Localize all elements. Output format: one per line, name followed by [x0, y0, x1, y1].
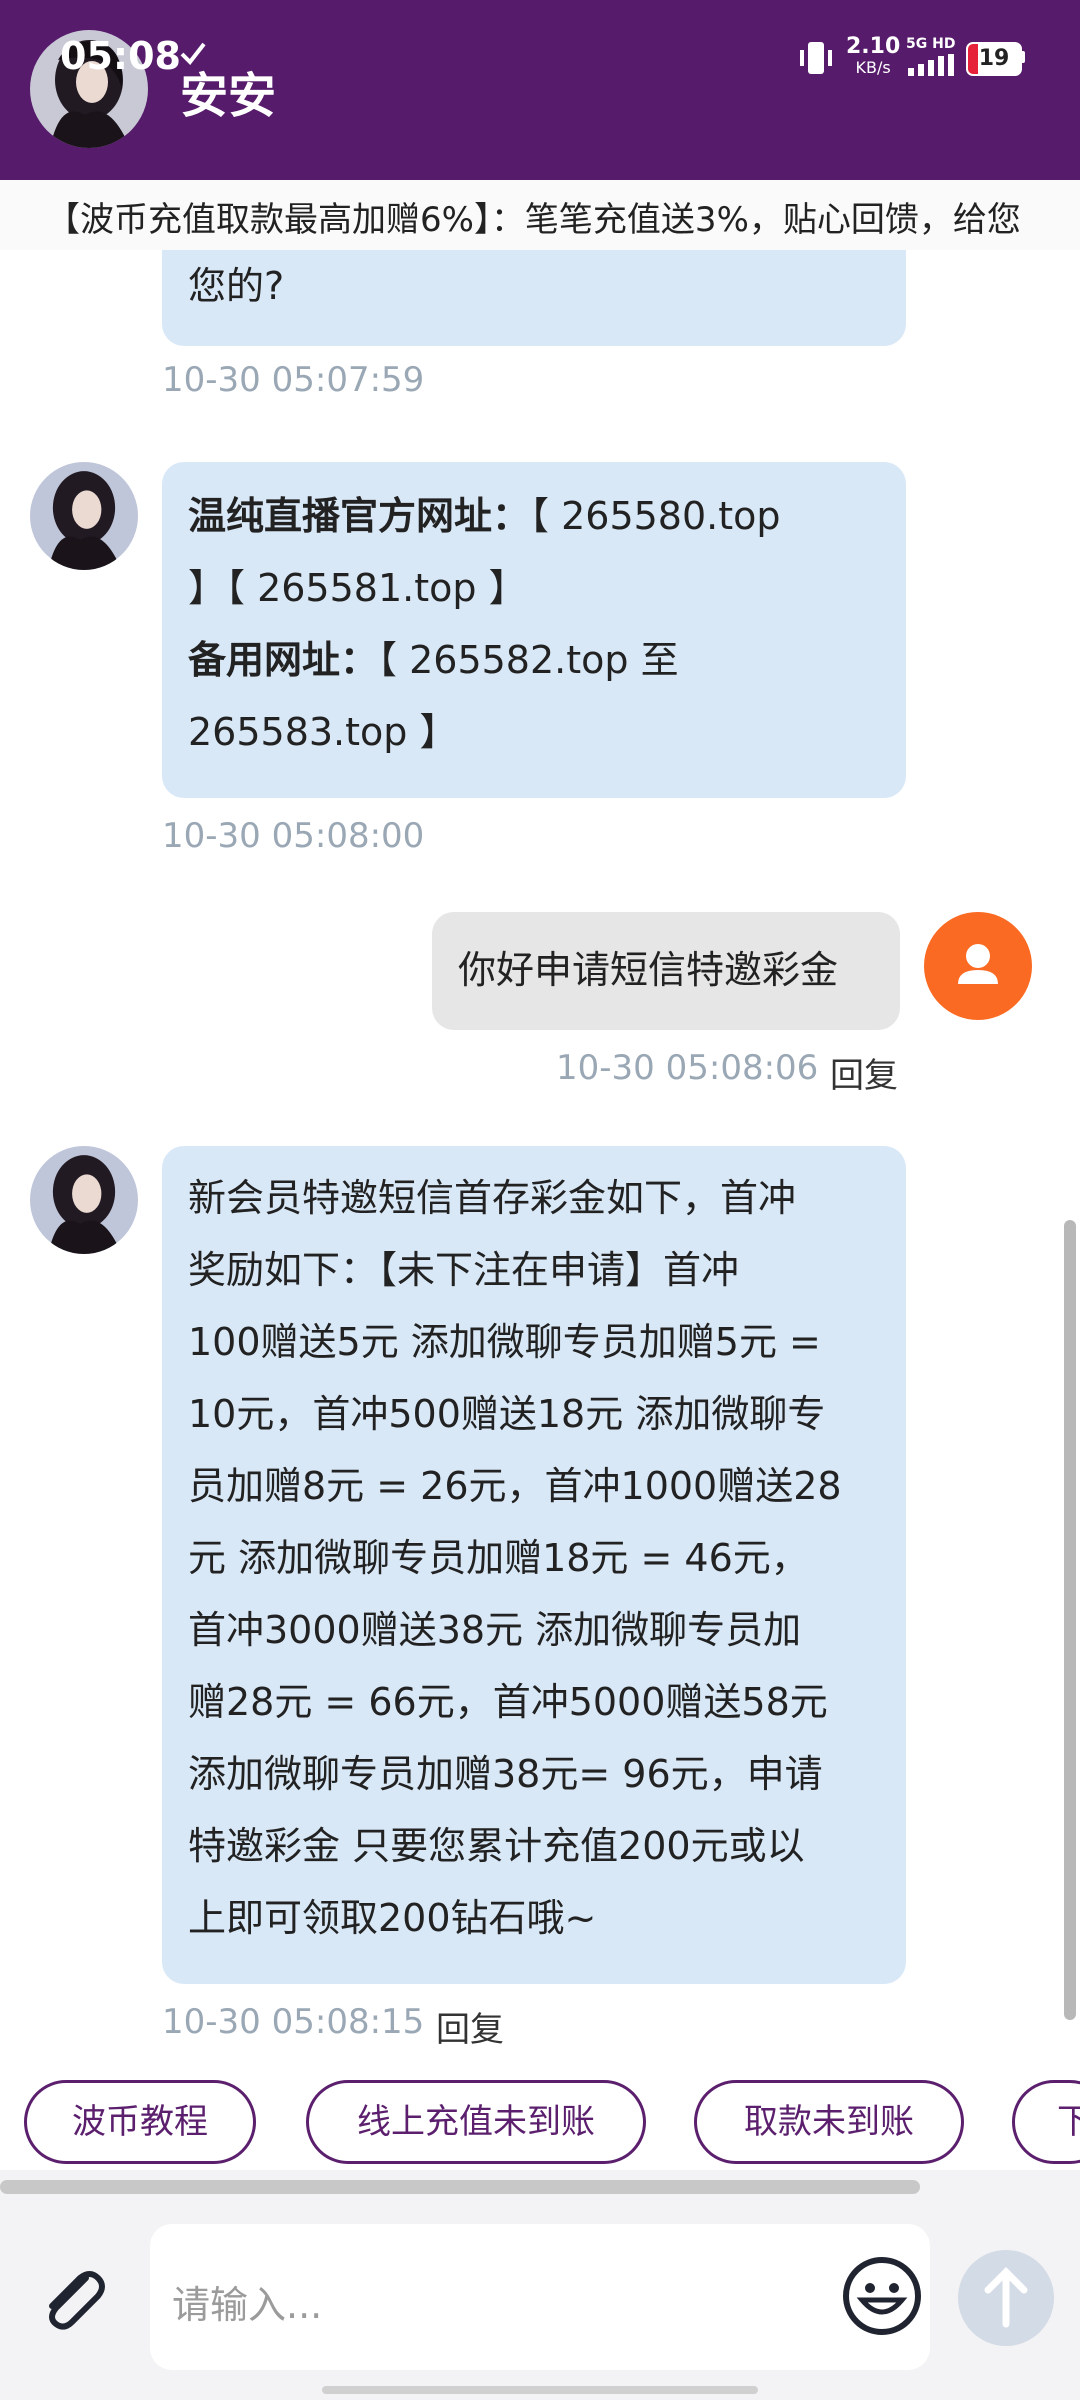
- message-line: 10元，首冲500赠送18元 添加微聊专: [188, 1392, 826, 1436]
- person-icon: [958, 944, 998, 984]
- contact-name: 安安: [180, 68, 277, 124]
- contact-avatar[interactable]: [30, 1146, 138, 1254]
- message-timestamp: 10-30 05:08:06: [556, 1048, 819, 1088]
- message-timestamp: 10-30 05:07:59: [162, 360, 425, 400]
- status-time: 05:08: [60, 34, 181, 78]
- attachment-icon[interactable]: [34, 2260, 114, 2340]
- message-line: 上即可领取200钻石哦~: [188, 1896, 597, 1940]
- home-indicator[interactable]: [322, 2386, 758, 2394]
- send-button[interactable]: [958, 2250, 1054, 2346]
- backup-label: 备用网址：: [188, 638, 379, 682]
- arrow-up-icon: [984, 2267, 1028, 2328]
- site-url[interactable]: 【 265580.top: [530, 494, 781, 538]
- message-line: 奖励如下：【未下注在申请】首冲: [188, 1248, 740, 1292]
- quick-replies: 波币教程 线上充值未到账 取款未到账 下: [0, 2050, 1080, 2170]
- backup-url[interactable]: 265583.top 】: [188, 696, 880, 768]
- reply-button[interactable]: 回复: [436, 2002, 504, 2050]
- signal-indicator: 5G HD: [906, 36, 966, 78]
- quick-reply-deposit-missing[interactable]: 线上充值未到账: [306, 2080, 646, 2164]
- message-text: 你好申请短信特邀彩金: [458, 948, 839, 992]
- signal-icon: [908, 54, 954, 76]
- contact-avatar[interactable]: [30, 462, 138, 570]
- message-line: 元 添加微聊专员加赠18元 = 46元，: [188, 1536, 809, 1580]
- chat-header: 05:08 安安 2.10 KB/s 5G HD 19: [0, 0, 1080, 180]
- message-line: 特邀彩金 只要您累计充值200元或以: [188, 1824, 805, 1868]
- vibrate-icon: [800, 42, 832, 74]
- message-text: 您的?: [188, 264, 285, 308]
- notice-text: 【波币充值取款最高加赠6%】：笔笔充值送3%，贴心回馈，给您: [46, 200, 1021, 240]
- message-line: 首冲3000赠送38元 添加微聊专员加: [188, 1608, 802, 1652]
- message-bubble: 您的?: [162, 250, 906, 346]
- message-input[interactable]: 请输入...: [150, 2224, 930, 2370]
- quick-reply-tutorial[interactable]: 波币教程: [24, 2080, 256, 2164]
- message-bubble: 新会员特邀短信首存彩金如下，首冲 奖励如下：【未下注在申请】首冲 100赠送5元…: [162, 1146, 906, 1984]
- reply-button[interactable]: 回复: [830, 1048, 898, 1097]
- chat-scrollbar[interactable]: [1064, 1220, 1076, 2020]
- message-bubble: 温纯直播官方网址：【 265580.top 】【 265581.top 】 备用…: [162, 462, 906, 798]
- message-line: 新会员特邀短信首存彩金如下，首冲: [188, 1176, 797, 1220]
- network-speed: 2.10 KB/s: [846, 34, 901, 77]
- battery-level: 19: [978, 46, 1010, 71]
- chips-scrollbar[interactable]: [0, 2180, 920, 2194]
- battery-icon: 19: [966, 42, 1022, 76]
- outgoing-message-bubble: 你好申请短信特邀彩金: [432, 912, 900, 1030]
- battery-tip: [1020, 51, 1025, 63]
- message-line: 添加微聊专员加赠38元= 96元，申请: [188, 1752, 823, 1796]
- message-timestamp: 10-30 05:08:00: [162, 816, 425, 856]
- message-line: 100赠送5元 添加微聊专员加赠5元 =: [188, 1320, 821, 1364]
- site-url[interactable]: 】【 265581.top 】: [188, 552, 880, 624]
- user-avatar[interactable]: [924, 912, 1032, 1020]
- signal-label: 5G HD: [906, 36, 956, 52]
- input-placeholder: 请输入...: [172, 2283, 323, 2327]
- backup-url[interactable]: 【 265582.top 至: [378, 638, 679, 682]
- emoji-icon[interactable]: [840, 2254, 924, 2338]
- message-timestamp: 10-30 05:08:15: [162, 2002, 425, 2042]
- quick-reply-more[interactable]: 下: [1012, 2080, 1080, 2164]
- message-line: 员加赠8元 = 26元，首冲1000赠送28: [188, 1464, 842, 1508]
- message-line: 赠28元 = 66元，首冲5000赠送58元: [188, 1680, 828, 1724]
- quick-reply-withdraw-missing[interactable]: 取款未到账: [694, 2080, 964, 2164]
- site-label: 温纯直播官方网址：: [188, 494, 531, 538]
- chat-messages[interactable]: 您的? 10-30 05:07:59 温纯直播官方网址：【 265580.top…: [0, 250, 1080, 2050]
- notice-marquee[interactable]: 【波币充值取款最高加赠6%】：笔笔充值送3%，贴心回馈，给您: [0, 180, 1080, 250]
- input-bar: 请输入...: [0, 2200, 1080, 2400]
